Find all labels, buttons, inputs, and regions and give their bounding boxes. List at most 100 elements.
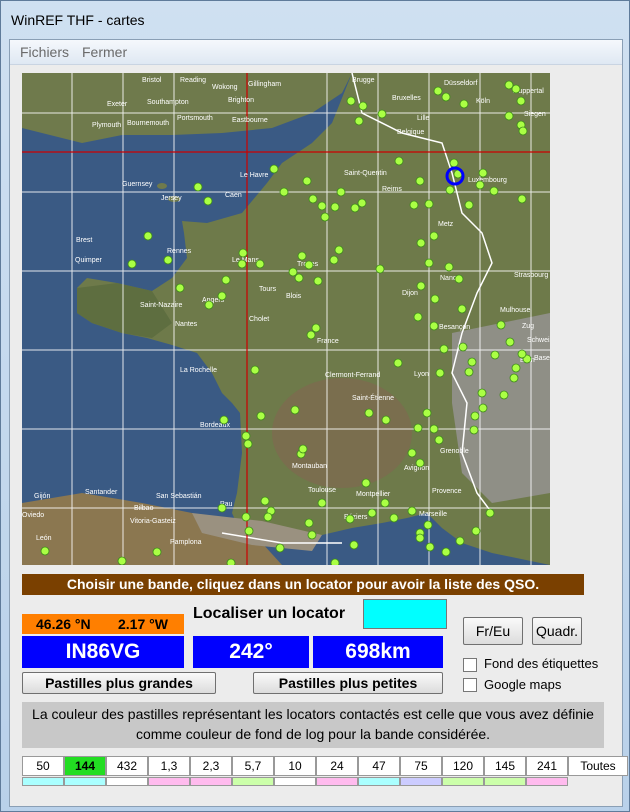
smaller-dots-button[interactable]: Pastilles plus petites: [253, 672, 443, 694]
locator-dot[interactable]: [275, 543, 285, 553]
locator-dot[interactable]: [349, 540, 359, 550]
locator-dot[interactable]: [329, 255, 339, 265]
locator-dot[interactable]: [358, 101, 368, 111]
locator-dot[interactable]: [330, 202, 340, 212]
band-button-432[interactable]: 432: [106, 756, 148, 786]
locator-dot[interactable]: [471, 526, 481, 536]
locator-dot[interactable]: [445, 185, 455, 195]
locator-dot[interactable]: [424, 258, 434, 268]
locator-dot[interactable]: [389, 513, 399, 523]
locator-dot[interactable]: [416, 238, 426, 248]
menu-fichiers[interactable]: Fichiers: [20, 44, 69, 60]
band-button-144[interactable]: 144: [64, 756, 106, 786]
locator-dot[interactable]: [429, 231, 439, 241]
locator-dot[interactable]: [269, 164, 279, 174]
locator-dot[interactable]: [504, 111, 514, 121]
band-button-47[interactable]: 47: [358, 756, 400, 786]
locator-dot[interactable]: [361, 478, 371, 488]
locator-dot[interactable]: [226, 558, 236, 565]
locator-dot[interactable]: [219, 415, 229, 425]
locator-dot[interactable]: [193, 182, 203, 192]
google-maps-checkbox[interactable]: [463, 678, 477, 692]
locator-dot[interactable]: [457, 304, 467, 314]
locator-dot[interactable]: [263, 512, 273, 522]
locator-dot[interactable]: [413, 312, 423, 322]
band-button-241[interactable]: 241: [526, 756, 568, 786]
band-button-toutes[interactable]: Toutes: [568, 756, 628, 776]
locator-dot[interactable]: [429, 321, 439, 331]
locator-dot[interactable]: [279, 187, 289, 197]
locator-dot[interactable]: [511, 363, 521, 373]
locator-dot[interactable]: [354, 116, 364, 126]
map-view[interactable]: Bristol Reading Wokong Gillingham Brugge Düss…: [22, 73, 550, 565]
locator-dot[interactable]: [394, 156, 404, 166]
locator-dot[interactable]: [441, 547, 451, 557]
locator-dot[interactable]: [455, 536, 465, 546]
locator-dot[interactable]: [434, 435, 444, 445]
locator-dot[interactable]: [499, 390, 509, 400]
locator-dot[interactable]: [175, 283, 185, 293]
locator-dot[interactable]: [435, 368, 445, 378]
locator-dot[interactable]: [413, 423, 423, 433]
locator-dot[interactable]: [307, 530, 317, 540]
locator-dot[interactable]: [244, 526, 254, 536]
locator-dot[interactable]: [298, 444, 308, 454]
locator-dot[interactable]: [489, 186, 499, 196]
locator-dot[interactable]: [409, 200, 419, 210]
locator-dot[interactable]: [320, 212, 330, 222]
locator-dot[interactable]: [330, 558, 340, 565]
locator-dot[interactable]: [377, 109, 387, 119]
locator-dot[interactable]: [459, 99, 469, 109]
locator-dot[interactable]: [381, 415, 391, 425]
locator-dot[interactable]: [336, 187, 346, 197]
locator-dot[interactable]: [475, 180, 485, 190]
locator-dot[interactable]: [518, 126, 528, 136]
locator-dot[interactable]: [306, 330, 316, 340]
locator-dot[interactable]: [516, 96, 526, 106]
band-button-5-7[interactable]: 5,7: [232, 756, 274, 786]
locator-dot[interactable]: [203, 196, 213, 206]
locator-dot[interactable]: [364, 408, 374, 418]
locator-dot[interactable]: [311, 323, 321, 333]
fond-etiquettes-checkbox[interactable]: [463, 658, 477, 672]
locator-dot[interactable]: [302, 176, 312, 186]
locator-dot[interactable]: [221, 275, 231, 285]
fr-eu-button[interactable]: Fr/Eu: [463, 617, 523, 645]
locator-dot[interactable]: [464, 367, 474, 377]
locator-dot[interactable]: [415, 458, 425, 468]
locator-dot[interactable]: [415, 533, 425, 543]
locator-dot[interactable]: [477, 388, 487, 398]
locator-dot[interactable]: [260, 496, 270, 506]
locator-dot[interactable]: [217, 503, 227, 513]
locator-dot[interactable]: [517, 194, 527, 204]
locator-dot[interactable]: [256, 411, 266, 421]
locator-dot[interactable]: [127, 259, 137, 269]
locator-dot[interactable]: [297, 251, 307, 261]
locator-dot[interactable]: [454, 274, 464, 284]
menu-fermer[interactable]: Fermer: [82, 44, 127, 60]
locator-dot[interactable]: [467, 357, 477, 367]
band-button-24[interactable]: 24: [316, 756, 358, 786]
locator-dot[interactable]: [288, 267, 298, 277]
locator-dot[interactable]: [204, 300, 214, 310]
locator-dot[interactable]: [458, 342, 468, 352]
quadr-button[interactable]: Quadr.: [532, 617, 582, 645]
locator-dot[interactable]: [478, 168, 488, 178]
locator-dot[interactable]: [304, 518, 314, 528]
locator-dot[interactable]: [433, 86, 443, 96]
locator-dot[interactable]: [416, 281, 426, 291]
locate-input[interactable]: [363, 599, 447, 629]
locator-dot[interactable]: [496, 320, 506, 330]
locator-dot[interactable]: [334, 245, 344, 255]
locator-dot[interactable]: [424, 199, 434, 209]
locator-dot[interactable]: [375, 264, 385, 274]
locator-dot[interactable]: [490, 350, 500, 360]
locator-dot[interactable]: [439, 344, 449, 354]
locator-dot[interactable]: [511, 84, 521, 94]
map-canvas[interactable]: Bristol Reading Wokong Gillingham Brugge Düss…: [22, 73, 550, 565]
locator-dot[interactable]: [143, 231, 153, 241]
locator-dot[interactable]: [217, 291, 227, 301]
band-button-1-3[interactable]: 1,3: [148, 756, 190, 786]
locator-dot[interactable]: [393, 358, 403, 368]
locator-dot[interactable]: [241, 512, 251, 522]
